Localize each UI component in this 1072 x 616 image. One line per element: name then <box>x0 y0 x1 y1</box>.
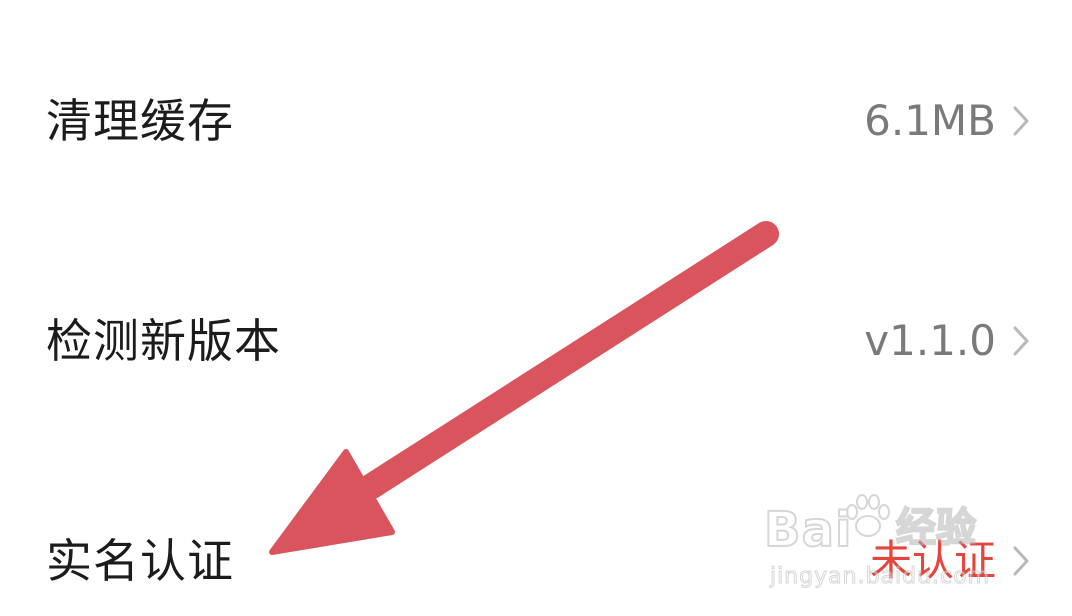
real-name-auth-label: 实名认证 <box>46 534 234 588</box>
chevron-right-icon <box>1013 106 1029 136</box>
settings-row-clear-cache[interactable]: 清理缓存 6.1MB <box>0 66 1072 176</box>
check-update-label: 检测新版本 <box>46 314 281 368</box>
chevron-right-icon <box>1013 546 1029 576</box>
auth-status-value: 未认证 <box>869 536 996 585</box>
settings-row-check-update[interactable]: 检测新版本 v1.1.0 <box>0 286 1072 396</box>
cache-size-value: 6.1MB <box>864 96 996 145</box>
settings-row-real-name-auth[interactable]: 实名认证 未认证 <box>0 506 1072 616</box>
clear-cache-label: 清理缓存 <box>46 94 234 148</box>
chevron-right-icon <box>1013 326 1029 356</box>
version-value: v1.1.0 <box>864 316 996 365</box>
settings-screen: 清理缓存 6.1MB 检测新版本 v1.1.0 实名认证 未认证 Bai 经验 … <box>0 0 1072 616</box>
